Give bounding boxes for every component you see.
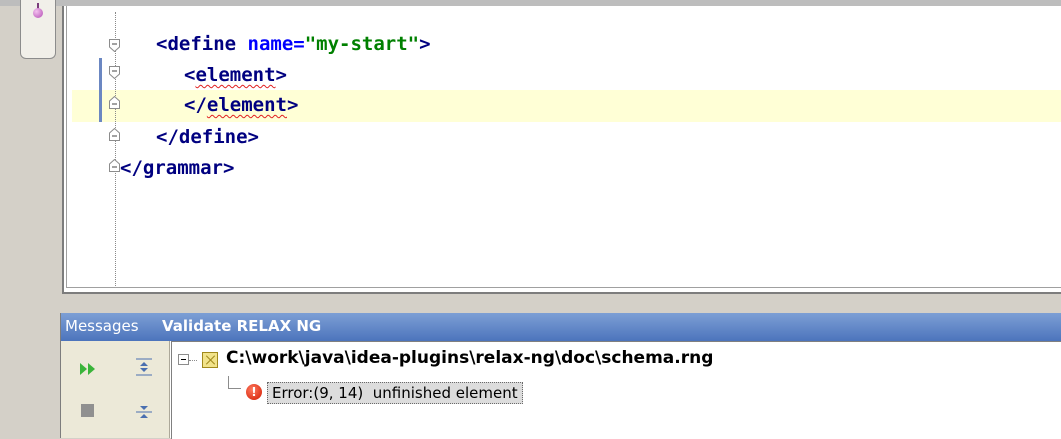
code-token: </grammar>: [120, 157, 235, 179]
code-token: >: [286, 94, 299, 116]
collapse-node-icon[interactable]: [178, 354, 189, 365]
code-token: <define: [156, 33, 248, 55]
code-token: name=: [247, 33, 305, 55]
code-line[interactable]: </grammar>: [120, 154, 234, 182]
error-icon: !: [246, 384, 262, 400]
code-token: </define>: [156, 126, 259, 148]
expand-all-icon[interactable]: [133, 356, 155, 378]
tree-connector: [228, 376, 241, 389]
code-line[interactable]: </define>: [156, 123, 259, 151]
messages-tree: C:\work\java\idea-plugins\relax-ng\doc\s…: [171, 341, 1061, 439]
code-line[interactable]: </element>: [184, 91, 298, 119]
messages-toolbar: [61, 341, 170, 438]
code-editor[interactable]: <define name="my-start"> <element> </eleme…: [62, 6, 1061, 294]
rerun-icon[interactable]: [77, 358, 99, 380]
code-token: element: [195, 64, 276, 86]
code-token: </: [184, 94, 207, 116]
messages-panel: Messages Validate RELAX NG C:\work\java\…: [60, 313, 1061, 439]
code-token: <: [184, 64, 196, 86]
messages-header: Messages Validate RELAX NG: [61, 313, 1061, 341]
code-token: element: [206, 94, 287, 116]
gutter-separator: [115, 12, 116, 286]
fold-end-icon[interactable]: [109, 128, 120, 141]
change-marker[interactable]: [99, 58, 102, 122]
code-token: >: [275, 64, 287, 86]
stop-icon[interactable]: [77, 399, 99, 421]
code-line[interactable]: <element>: [184, 61, 287, 89]
fold-collapse-icon[interactable]: [109, 39, 120, 52]
collapse-all-icon[interactable]: [133, 401, 155, 423]
error-message[interactable]: Error:(9, 14) unfinished element: [267, 382, 523, 404]
fold-end-icon[interactable]: [109, 96, 120, 109]
code-token: >: [419, 33, 431, 55]
left-tool-strip: [0, 6, 62, 438]
code-token: "my-start": [304, 33, 420, 55]
messages-title[interactable]: Messages: [65, 317, 139, 335]
tab-validate-relax-ng[interactable]: Validate RELAX NG: [162, 317, 321, 335]
pin-icon: [33, 8, 43, 18]
rng-file-icon: [202, 352, 218, 368]
fold-collapse-icon[interactable]: [109, 66, 120, 79]
fold-end-icon[interactable]: [109, 159, 120, 172]
file-path[interactable]: C:\work\java\idea-plugins\relax-ng\doc\s…: [226, 348, 713, 368]
tree-connector: [189, 360, 197, 361]
favorites-tab[interactable]: [20, 0, 56, 59]
code-line[interactable]: <define name="my-start">: [156, 30, 431, 58]
